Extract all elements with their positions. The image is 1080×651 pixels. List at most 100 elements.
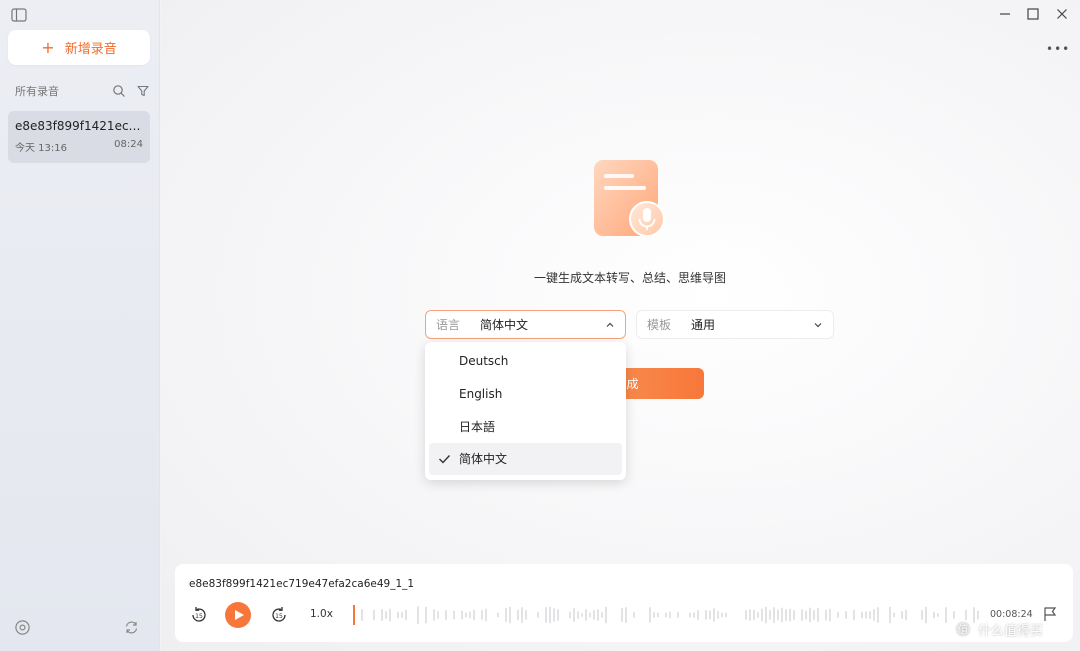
watermark-text: 什么值得买	[978, 623, 1044, 639]
new-recording-label: 新增录音	[64, 42, 117, 57]
waveform-bar	[665, 612, 667, 618]
waveform-bar	[469, 611, 471, 619]
waveform-bar	[589, 612, 591, 618]
play-icon	[235, 610, 244, 620]
waveform-bar	[789, 608, 791, 622]
language-dropdown-menu: Deutsch English 日本語 简体中文	[425, 342, 626, 480]
waveform-bar	[777, 609, 779, 621]
minimize-icon[interactable]	[998, 7, 1012, 21]
waveform-bar	[745, 610, 747, 620]
waveform-bar	[709, 610, 711, 620]
waveform-bar	[697, 610, 699, 620]
language-option[interactable]: English	[429, 378, 622, 411]
maximize-icon[interactable]	[1026, 7, 1040, 21]
waveform-bar	[809, 607, 811, 623]
waveform-bar	[549, 606, 551, 624]
waveform-bar	[925, 606, 927, 624]
close-icon[interactable]	[1055, 7, 1069, 21]
flag-icon[interactable]	[1043, 606, 1057, 622]
waveform-bar	[713, 608, 715, 622]
waveform-bar	[853, 609, 855, 621]
waveform-bar	[517, 609, 519, 621]
waveform-bar	[829, 608, 831, 622]
waveform-bar	[785, 609, 787, 621]
play-button[interactable]	[225, 602, 251, 628]
waveform-bar	[633, 612, 635, 618]
svg-text:值: 值	[958, 623, 968, 636]
language-option[interactable]: 日本語	[429, 410, 622, 443]
waveform-bar	[945, 607, 947, 623]
player-file-name: e8e83f899f1421ec719e47efa2ca6e49_1_1	[189, 578, 415, 590]
sidebar: + 新增录音 所有录音 e8e83f899f1421ec7... 今天 13:1…	[0, 0, 160, 651]
language-select-label: 语言	[436, 318, 461, 332]
waveform-bar	[397, 611, 399, 619]
waveform-bar	[657, 612, 659, 618]
waveform-bar	[405, 609, 407, 621]
waveform-bar	[509, 606, 511, 624]
language-option-label: 日本語	[459, 419, 496, 434]
waveform-bar	[581, 613, 583, 617]
waveform-bar	[605, 606, 607, 624]
waveform-bar	[505, 608, 507, 622]
settings-icon[interactable]	[14, 619, 31, 636]
language-option-label: Deutsch	[459, 354, 509, 369]
waveform-scrubber[interactable]	[353, 602, 983, 628]
waveform-bar	[461, 610, 463, 620]
language-option-selected[interactable]: 简体中文	[429, 442, 622, 475]
app-window: + 新增录音 所有录音 e8e83f899f1421ec7... 今天 13:1…	[0, 0, 1080, 651]
waveform-bar	[717, 611, 719, 619]
waveform-bar	[677, 612, 679, 618]
language-select[interactable]: 语言 简体中文	[425, 310, 626, 339]
waveform-bar	[873, 609, 875, 621]
waveform-bar	[649, 607, 651, 623]
waveform-bar	[901, 611, 903, 619]
waveform-bar	[593, 610, 595, 620]
waveform-bar	[749, 609, 751, 621]
waveform-bar	[669, 611, 671, 619]
waveform-bar	[801, 609, 803, 621]
waveform-bar	[625, 607, 627, 623]
waveform-bar	[869, 611, 871, 619]
waveform-bar	[437, 611, 439, 619]
sidebar-toggle-icon[interactable]	[11, 8, 27, 22]
waveform-bar	[653, 612, 655, 618]
waveform-bar	[497, 612, 499, 618]
waveform-bar	[433, 609, 435, 621]
recording-list-item[interactable]: e8e83f899f1421ec7... 今天 13:16 08:24	[8, 111, 150, 163]
more-options-icon[interactable]: •••	[1046, 42, 1069, 56]
new-recording-button[interactable]: + 新增录音	[8, 30, 150, 65]
template-select-value: 通用	[691, 318, 716, 332]
waveform-bar	[773, 607, 775, 623]
forward-15-icon[interactable]: 15	[269, 605, 289, 625]
waveform-bar	[553, 608, 555, 622]
audio-player: e8e83f899f1421ec719e47efa2ca6e49_1_1 15 …	[175, 564, 1073, 642]
waveform-bar	[573, 608, 575, 622]
waveform-bar	[465, 612, 467, 618]
language-option[interactable]: Deutsch	[429, 345, 622, 378]
filter-icon[interactable]	[136, 84, 150, 98]
waveform-bar	[693, 612, 695, 618]
waveform-bar	[933, 611, 935, 619]
waveform-bar	[769, 610, 771, 620]
waveform-bar	[905, 609, 907, 621]
svg-text:15: 15	[195, 613, 203, 620]
rewind-15-icon[interactable]: 15	[189, 605, 209, 625]
svg-text:15: 15	[275, 613, 283, 620]
waveform-bar	[569, 611, 571, 619]
recording-name: e8e83f899f1421ec7...	[15, 119, 143, 133]
playback-speed[interactable]: 1.0x	[310, 608, 333, 620]
waveform-bar	[597, 609, 599, 621]
waveform-bar	[445, 610, 447, 620]
waveform-bar	[401, 612, 403, 618]
search-icon[interactable]	[112, 84, 126, 98]
template-select[interactable]: 模板 通用	[636, 310, 834, 339]
waveform-bar	[705, 610, 707, 620]
document-microphone-icon	[594, 160, 665, 237]
waveform-bar	[381, 609, 383, 621]
waveform-bar	[425, 606, 427, 624]
playhead[interactable]	[353, 605, 355, 625]
recording-date: 今天 13:16	[15, 143, 67, 154]
waveform-bar	[537, 612, 539, 618]
waveform-bar	[805, 610, 807, 620]
sync-icon[interactable]	[123, 619, 140, 636]
